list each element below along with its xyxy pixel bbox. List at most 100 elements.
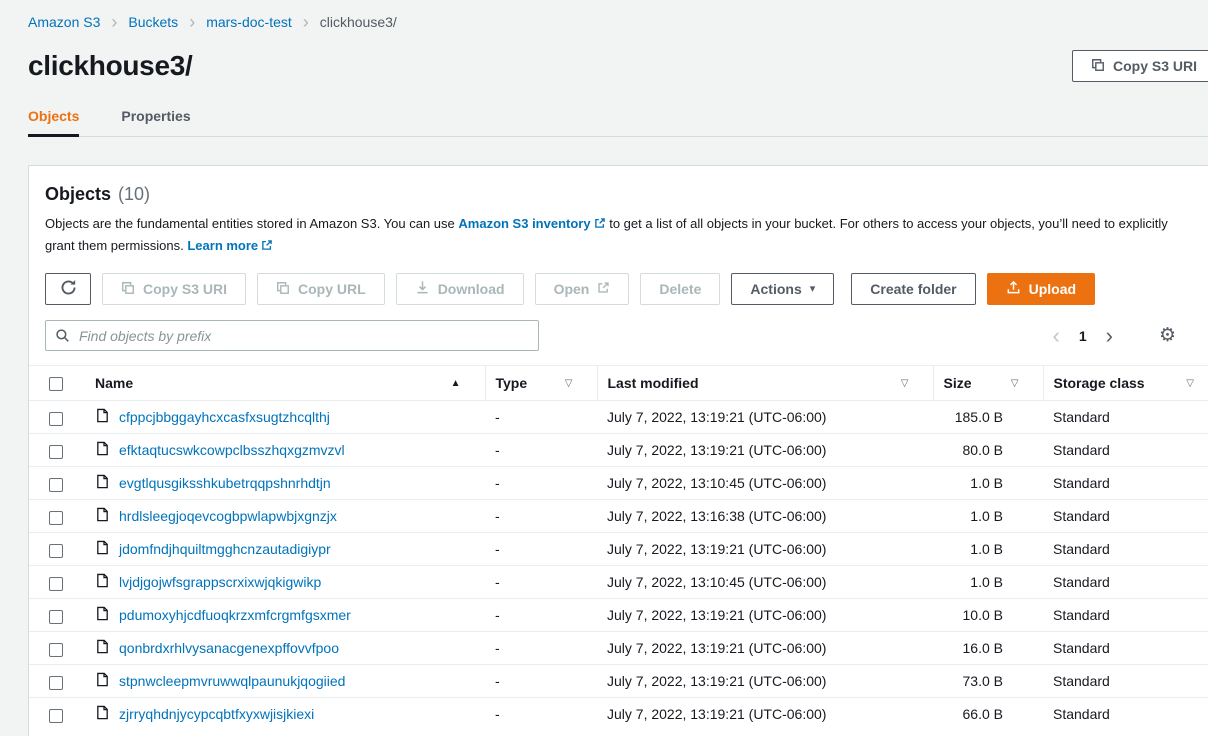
object-link[interactable]: qonbrdxrhlvysanacgenexpffovvfpoo bbox=[119, 640, 339, 656]
object-type: - bbox=[485, 599, 597, 632]
search-input[interactable] bbox=[45, 320, 539, 351]
row-checkbox[interactable] bbox=[49, 610, 63, 624]
object-last-modified: July 7, 2022, 13:16:38 (UTC-06:00) bbox=[597, 500, 933, 533]
copy-s3-uri-button[interactable]: Copy S3 URI bbox=[102, 273, 246, 305]
column-header-storage-class[interactable]: Storage class ▽ bbox=[1043, 366, 1208, 401]
sort-ascending-icon[interactable]: ▲ bbox=[451, 378, 461, 389]
object-size: 80.0 B bbox=[933, 434, 1043, 467]
object-link[interactable]: jdomfndjhquiltmgghcnzautadigiypr bbox=[119, 541, 331, 557]
tab-properties[interactable]: Properties bbox=[121, 108, 190, 136]
object-last-modified: July 7, 2022, 13:19:21 (UTC-06:00) bbox=[597, 599, 933, 632]
learn-more-link[interactable]: Learn more bbox=[187, 238, 273, 253]
object-link[interactable]: evgtlqusgiksshkubetrqqpshnrhdtjn bbox=[119, 475, 331, 491]
objects-toolbar: Copy S3 URI Copy URL Download Open Delet… bbox=[45, 273, 1190, 305]
object-type: - bbox=[485, 566, 597, 599]
row-checkbox[interactable] bbox=[49, 709, 63, 723]
refresh-icon bbox=[60, 279, 77, 299]
objects-search-row: ‹ 1 › ⚙ bbox=[45, 320, 1190, 351]
gear-icon[interactable]: ⚙ bbox=[1159, 326, 1176, 345]
breadcrumb-buckets[interactable]: Buckets bbox=[128, 14, 178, 30]
download-button[interactable]: Download bbox=[396, 273, 524, 305]
table-row: zjrryqhdnjycypcqbtfxyxwjisjkiexi - July … bbox=[29, 698, 1208, 731]
breadcrumb-current: clickhouse3/ bbox=[320, 14, 397, 30]
object-link[interactable]: hrdlsleegjoqevcogbpwlapwbjxgnzjx bbox=[119, 508, 337, 524]
object-type: - bbox=[485, 632, 597, 665]
copy-icon bbox=[276, 281, 290, 298]
actions-dropdown-button[interactable]: Actions ▾ bbox=[731, 273, 834, 305]
row-checkbox[interactable] bbox=[49, 577, 63, 591]
objects-table: Name ▲ Type ▽ Last modified▽ Size ▽ Storage… bbox=[29, 365, 1208, 730]
object-link[interactable]: zjrryqhdnjycypcqbtfxyxwjisjkiexi bbox=[119, 706, 314, 722]
table-header-row: Name ▲ Type ▽ Last modified▽ Size ▽ Storage… bbox=[29, 366, 1208, 401]
object-link[interactable]: lvjdjgojwfsgrappscrxixwjqkigwikp bbox=[119, 574, 321, 590]
sort-icon[interactable]: ▽ bbox=[1011, 378, 1019, 389]
select-all-checkbox[interactable] bbox=[49, 377, 63, 391]
object-link[interactable]: pdumoxyhjcdfuoqkrzxmfcrgmfgsxmer bbox=[119, 607, 351, 623]
copy-s3-uri-button-top[interactable]: Copy S3 URI bbox=[1072, 50, 1208, 82]
row-checkbox[interactable] bbox=[49, 643, 63, 657]
breadcrumb: Amazon S3 › Buckets › mars-doc-test › cl… bbox=[28, 14, 1208, 30]
breadcrumb-amazon-s3[interactable]: Amazon S3 bbox=[28, 14, 100, 30]
row-checkbox[interactable] bbox=[49, 544, 63, 558]
actions-label: Actions bbox=[750, 281, 801, 297]
row-checkbox[interactable] bbox=[49, 511, 63, 525]
object-last-modified: July 7, 2022, 13:19:21 (UTC-06:00) bbox=[597, 632, 933, 665]
column-header-size[interactable]: Size ▽ bbox=[933, 366, 1043, 401]
row-checkbox[interactable] bbox=[49, 478, 63, 492]
row-checkbox[interactable] bbox=[49, 445, 63, 459]
download-label: Download bbox=[438, 281, 505, 297]
file-icon bbox=[95, 507, 110, 525]
objects-panel: Objects (10) Objects are the fundamental… bbox=[28, 165, 1208, 736]
create-folder-button[interactable]: Create folder bbox=[851, 273, 975, 305]
object-storage-class: Standard bbox=[1043, 467, 1208, 500]
object-last-modified: July 7, 2022, 13:19:21 (UTC-06:00) bbox=[597, 533, 933, 566]
sort-icon[interactable]: ▽ bbox=[565, 378, 573, 389]
object-link[interactable]: cfppcjbbggayhcxcasfxsugtzhcqlthj bbox=[119, 409, 330, 425]
next-page-icon[interactable]: › bbox=[1106, 325, 1113, 347]
column-label-size: Size bbox=[944, 375, 972, 391]
object-size: 16.0 B bbox=[933, 632, 1043, 665]
column-label-storage-class: Storage class bbox=[1054, 375, 1145, 391]
object-size: 73.0 B bbox=[933, 665, 1043, 698]
open-label: Open bbox=[554, 281, 590, 297]
object-type: - bbox=[485, 533, 597, 566]
copy-icon bbox=[121, 281, 135, 298]
file-icon bbox=[95, 606, 110, 624]
object-last-modified: July 7, 2022, 13:19:21 (UTC-06:00) bbox=[597, 698, 933, 731]
row-checkbox[interactable] bbox=[49, 676, 63, 690]
object-link[interactable]: stpnwcleepmvruwwqlpaunukjqogiied bbox=[119, 673, 345, 689]
copy-url-button[interactable]: Copy URL bbox=[257, 273, 385, 305]
column-header-last-modified[interactable]: Last modified▽ bbox=[597, 366, 933, 401]
table-row: pdumoxyhjcdfuoqkrzxmfcrgmfgsxmer - July … bbox=[29, 599, 1208, 632]
breadcrumb-bucket[interactable]: mars-doc-test bbox=[206, 14, 292, 30]
object-storage-class: Standard bbox=[1043, 599, 1208, 632]
current-page[interactable]: 1 bbox=[1079, 328, 1087, 344]
inventory-link[interactable]: Amazon S3 inventory bbox=[458, 216, 605, 231]
row-checkbox[interactable] bbox=[49, 412, 63, 426]
previous-page-icon[interactable]: ‹ bbox=[1053, 325, 1060, 347]
object-size: 1.0 B bbox=[933, 467, 1043, 500]
object-storage-class: Standard bbox=[1043, 533, 1208, 566]
open-button[interactable]: Open bbox=[535, 273, 630, 305]
object-last-modified: July 7, 2022, 13:19:21 (UTC-06:00) bbox=[597, 665, 933, 698]
objects-count: (10) bbox=[118, 184, 150, 205]
sort-icon[interactable]: ▽ bbox=[901, 378, 909, 389]
column-label-name: Name bbox=[95, 375, 133, 391]
file-icon bbox=[95, 408, 110, 426]
copy-icon bbox=[1091, 58, 1105, 75]
refresh-button[interactable] bbox=[45, 273, 91, 305]
column-header-name[interactable]: Name ▲ bbox=[85, 366, 485, 401]
object-size: 10.0 B bbox=[933, 599, 1043, 632]
object-type: - bbox=[485, 401, 597, 434]
column-header-type[interactable]: Type ▽ bbox=[485, 366, 597, 401]
object-size: 185.0 B bbox=[933, 401, 1043, 434]
upload-icon bbox=[1006, 280, 1021, 298]
delete-button[interactable]: Delete bbox=[640, 273, 720, 305]
upload-button[interactable]: Upload bbox=[987, 273, 1095, 305]
sort-icon[interactable]: ▽ bbox=[1186, 378, 1194, 389]
create-folder-label: Create folder bbox=[870, 281, 956, 297]
object-link[interactable]: efktaqtucswkcowpclbsszhqxgzmvzvl bbox=[119, 442, 345, 458]
tab-objects[interactable]: Objects bbox=[28, 108, 79, 136]
column-label-type: Type bbox=[496, 375, 528, 391]
page-title: clickhouse3/ bbox=[28, 50, 192, 82]
